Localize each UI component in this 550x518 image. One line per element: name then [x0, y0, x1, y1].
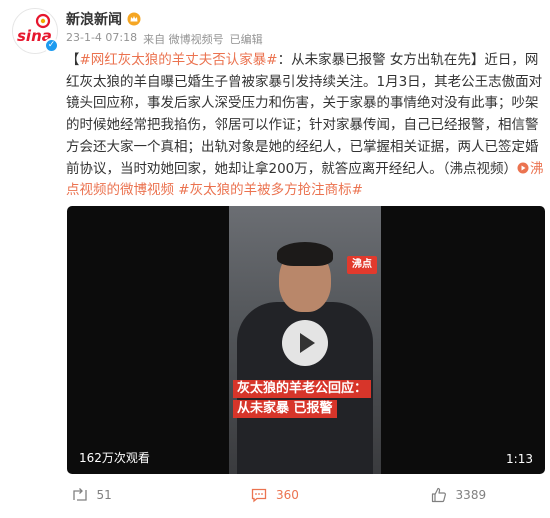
video-caption: 灰太狼的羊老公回应： 从未家暴 已报警 — [233, 380, 372, 420]
comment-count: 360 — [276, 488, 299, 502]
verified-badge-icon: ✓ — [44, 38, 59, 53]
post-meta: 23-1-4 07:18 来自 微博视频号 已编辑 — [66, 31, 263, 47]
like-button[interactable]: 3389 — [367, 480, 550, 510]
crown-icon — [127, 12, 141, 26]
action-bar: 51 360 3389 — [0, 480, 550, 510]
person-hair — [277, 242, 333, 266]
video-logo: 沸点 — [347, 256, 377, 274]
like-count: 3389 — [455, 488, 487, 502]
author-name[interactable]: 新浪新闻 — [66, 9, 122, 29]
post-text: 【#网红灰太狼的羊丈夫否认家暴#：从未家暴已报警 女方出轨在先】近日，网红灰太狼… — [66, 50, 544, 202]
post-source: 来自 微博视频号 — [143, 33, 224, 46]
author-row: 新浪新闻 — [66, 9, 141, 29]
video-duration: 1:13 — [506, 452, 533, 466]
play-button[interactable] — [282, 320, 328, 366]
view-count: 162万次观看 — [79, 451, 150, 465]
edited-label[interactable]: 已编辑 — [230, 31, 263, 47]
post-body: ：从未家暴已报警 女方出轨在先】近日，网红灰太狼的羊自曝已婚生子曾被家暴引发持续… — [66, 52, 543, 177]
video-player[interactable]: 沸点 灰太狼的羊老公回应： 从未家暴 已报警 162万次观看 1:13 — [67, 206, 545, 474]
comment-button[interactable]: 360 — [183, 480, 366, 510]
repost-icon — [72, 488, 87, 501]
caption-line-1: 灰太狼的羊老公回应： — [233, 380, 372, 398]
thumbs-up-icon — [431, 487, 446, 503]
hashtag-end[interactable]: #灰太狼的羊被多方抢注商标# — [178, 182, 363, 198]
bracket-open: 【 — [66, 52, 80, 68]
video-link-icon — [517, 162, 529, 174]
repost-button[interactable]: 51 — [0, 480, 183, 510]
hashtag-main[interactable]: #网红灰太狼的羊丈夫否认家暴# — [80, 52, 278, 68]
comment-icon — [251, 488, 267, 503]
post-timestamp[interactable]: 23-1-4 07:18 — [66, 31, 137, 47]
repost-count: 51 — [96, 488, 112, 502]
caption-line-2: 从未家暴 已报警 — [233, 400, 337, 418]
